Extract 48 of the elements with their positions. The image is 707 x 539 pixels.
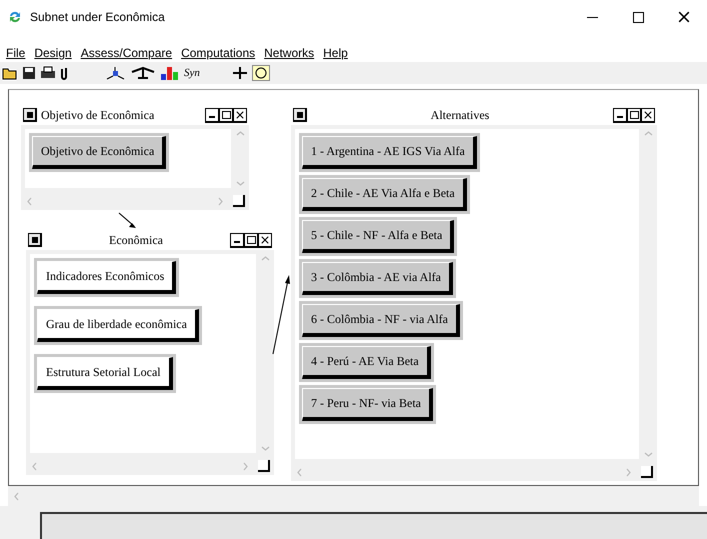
window-menu-icon[interactable] (28, 233, 42, 247)
close-icon[interactable] (236, 110, 244, 118)
node-button[interactable]: 5 - Chile - NF - Alfa e Beta (302, 220, 454, 253)
minimize-icon[interactable] (205, 108, 219, 122)
printer-icon[interactable] (40, 66, 56, 80)
maximize-icon[interactable] (244, 232, 258, 248)
menu-item[interactable]: File (6, 44, 26, 62)
save-icon[interactable] (22, 66, 36, 80)
node-button[interactable]: Indicadores Econômicos (37, 261, 176, 294)
close-icon[interactable] (644, 110, 652, 118)
node-button[interactable]: Objetivo de Econômica (32, 136, 166, 169)
minimize-icon[interactable] (613, 108, 627, 122)
maximize-icon[interactable] (627, 108, 641, 122)
bar-chart-icon[interactable] (160, 66, 180, 80)
horizontal-scrollbar[interactable] (8, 486, 699, 506)
menu-item[interactable]: Help (323, 44, 348, 62)
refresh-icon (8, 10, 22, 24)
node-button[interactable]: 3 - Colômbia - AE via Alfa (302, 262, 453, 295)
menu-item[interactable]: Design (34, 44, 72, 62)
window-menu-icon[interactable] (23, 108, 37, 122)
window-title: Subnet under Econômica (30, 9, 165, 26)
node-button[interactable]: Estrutura Setorial Local (37, 357, 173, 390)
menu-item[interactable]: Computations (181, 44, 256, 62)
arrow (117, 212, 137, 229)
resize-grip-icon[interactable] (233, 195, 245, 207)
resize-grip-icon[interactable] (258, 460, 270, 472)
panel-title: Alternatives (430, 107, 490, 124)
node-button[interactable]: Grau de liberdade econômica (37, 309, 199, 342)
node-button[interactable]: 7 - Peru - NF- via Beta (302, 388, 433, 421)
hierarchy-icon[interactable] (104, 66, 126, 80)
close-icon[interactable] (261, 236, 270, 244)
node-button[interactable]: 6 - Colômbia - NF - via Alfa (302, 304, 460, 337)
maximize-icon[interactable] (219, 108, 233, 122)
panel-title: Objetivo de Econômica (41, 107, 154, 124)
minimize-icon[interactable] (230, 232, 244, 248)
node-button[interactable]: 1 - Argentina - AE IGS Via Alfa (302, 136, 477, 169)
window-menu-icon[interactable] (293, 108, 307, 122)
menu-item[interactable]: Assess/Compare (80, 44, 172, 62)
node-button[interactable]: 4 - Perú - AE Via Beta (302, 346, 431, 379)
folder-icon[interactable] (2, 66, 18, 80)
menu-item[interactable]: Networks (264, 44, 314, 62)
paperclip-icon[interactable] (60, 66, 68, 80)
panel-title: Econômica (109, 232, 163, 249)
close-button[interactable] (678, 11, 690, 23)
resize-grip-icon[interactable] (641, 466, 653, 478)
node-button[interactable]: 2 - Chile - AE Via Alfa e Beta (302, 178, 467, 211)
syn-button[interactable]: Syn (184, 64, 200, 82)
scale-icon[interactable] (130, 66, 156, 80)
